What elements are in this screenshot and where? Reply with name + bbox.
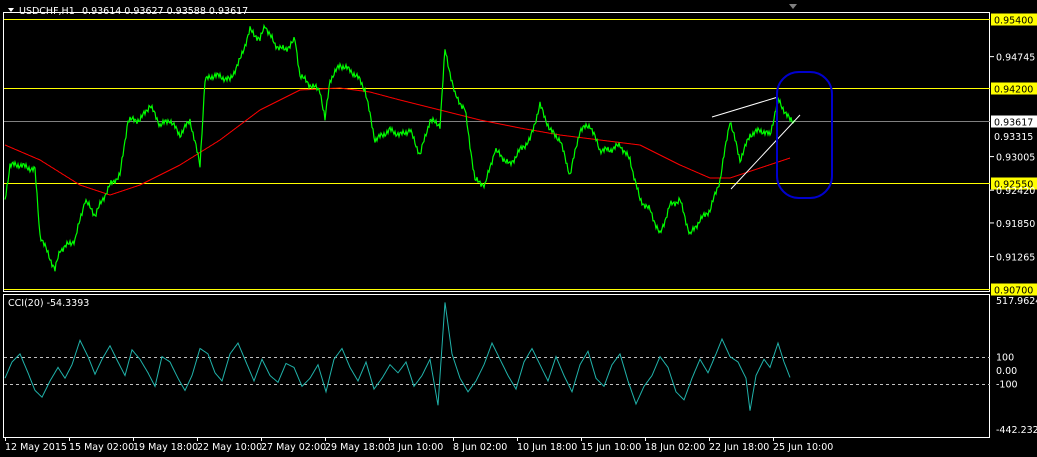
chart-canvas[interactable]: 0.954000.942000.925500.907000.93617 0.94… (0, 0, 1037, 457)
cci-axis-tick-label: -100 (996, 380, 1018, 391)
dropdown-arrow-icon[interactable] (8, 8, 14, 12)
price-axis-tick-label: 0.91265 (996, 253, 1035, 264)
upper-trendline[interactable] (711, 96, 779, 118)
price-axis-tick-label: 0.92420 (996, 186, 1035, 197)
time-axis-label: 10 Jun 18:00 (517, 442, 577, 453)
cci-axis-tick-label: 0.00 (996, 366, 1017, 377)
price-axis-tick-label: 0.93315 (994, 132, 1033, 143)
cci-axis-tick-label: -442.2327 (996, 425, 1037, 436)
cci-axis-tick-label: 100 (996, 353, 1014, 364)
time-axis-label: 22 May 10:00 (197, 442, 262, 453)
time-axis-label: 3 Jun 10:00 (389, 442, 443, 453)
level-price-label: 0.94200 (994, 85, 1033, 96)
level-price-label: 0.90700 (994, 286, 1033, 297)
time-axis-label: 18 Jun 02:00 (645, 442, 705, 453)
highlight-ellipse[interactable] (776, 71, 833, 199)
time-axis-label: 19 May 18:00 (133, 442, 198, 453)
lower-trendline[interactable] (730, 114, 801, 190)
symbol-label: USDCHF,H1 (19, 6, 75, 17)
time-axis-label: 12 May 2015 (5, 442, 67, 453)
cci-panel-frame (3, 294, 990, 438)
shift-marker-icon[interactable] (789, 4, 797, 9)
current-price-label: 0.93617 (994, 118, 1033, 129)
price-line (4, 23, 796, 272)
cci-axis-tick-label: 517.9624 (996, 296, 1037, 307)
cci-title: CCI(20) -54.3393 (8, 298, 89, 309)
time-axis-label: 29 May 18:00 (325, 442, 390, 453)
ohlc-readout: 0.93614 0.93627 0.93588 0.93617 (82, 6, 248, 17)
time-axis-label: 15 Jun 10:00 (581, 442, 641, 453)
price-axis-tick-label: 0.94745 (996, 53, 1035, 64)
time-axis-label: 22 Jun 18:00 (709, 442, 769, 453)
price-axis-tick-label: 0.93005 (996, 153, 1035, 164)
time-axis-label: 15 May 02:00 (69, 442, 134, 453)
time-axis-label: 25 Jun 10:00 (773, 442, 833, 453)
price-axis-tick-label: 0.91850 (996, 219, 1035, 230)
moving-average-line (4, 87, 791, 196)
cci-line (4, 302, 791, 411)
level-price-label: 0.95400 (994, 16, 1033, 27)
time-axis-label: 8 Jun 02:00 (453, 442, 507, 453)
time-axis-label: 27 May 02:00 (261, 442, 326, 453)
